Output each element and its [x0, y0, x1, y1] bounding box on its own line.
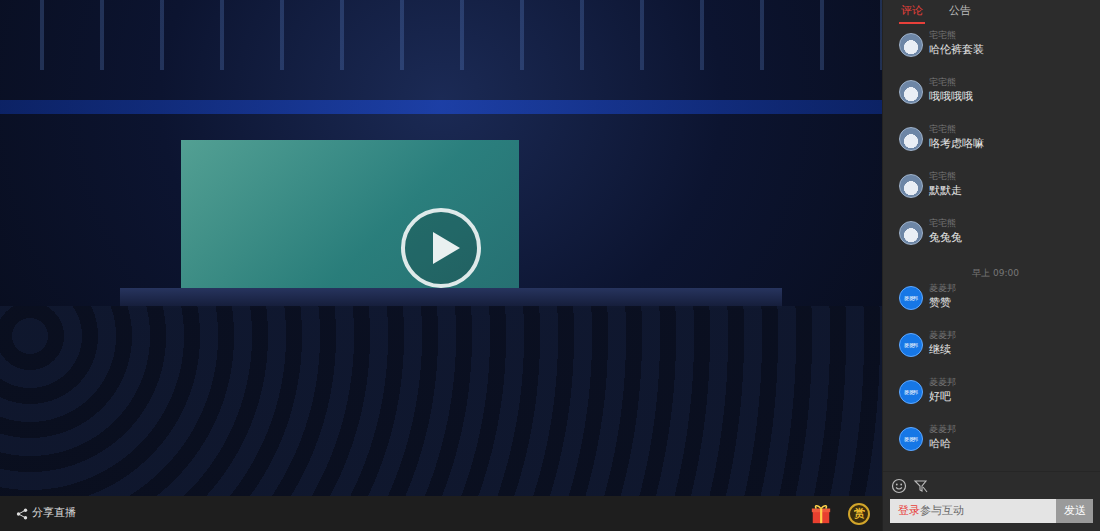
tab-bar: 评论公告 — [883, 0, 1100, 24]
filter-icon[interactable] — [913, 478, 929, 494]
comment-body: 宅宅熊哈伦裤套装 — [929, 30, 984, 77]
comment-user: 宅宅熊 — [929, 77, 973, 89]
play-icon[interactable] — [400, 207, 482, 289]
comment-body: 宅宅熊哦哦哦哦 — [929, 77, 973, 124]
comment-text: 好吧 — [929, 389, 956, 406]
comment-text: 哦哦哦哦 — [929, 89, 973, 106]
avatar: 菱菱邦 — [899, 427, 923, 451]
avatar — [899, 33, 923, 57]
gift-icon[interactable] — [810, 503, 832, 525]
send-button[interactable]: 发送 — [1056, 499, 1093, 523]
comment-item: 菱菱邦菱菱邦赞赞 — [899, 283, 1092, 330]
share-icon[interactable] — [16, 508, 28, 520]
comment-text: 赞赞 — [929, 295, 956, 312]
comment-text: 兔兔兔 — [929, 230, 962, 247]
avatar — [899, 127, 923, 151]
comment-user: 菱菱邦 — [929, 283, 956, 295]
comment-list: 宅宅熊哈伦裤套装宅宅熊哦哦哦哦宅宅熊咯考虑咯嘛宅宅熊默默走宅宅熊兔兔兔早上 09… — [883, 24, 1100, 471]
chat-panel: 评论公告 宅宅熊哈伦裤套装宅宅熊哦哦哦哦宅宅熊咯考虑咯嘛宅宅熊默默走宅宅熊兔兔兔… — [882, 0, 1100, 531]
comment-item: 宅宅熊咯考虑咯嘛 — [899, 124, 1092, 171]
composer: 登录参与互动发送 — [883, 499, 1100, 531]
comment-item: 宅宅熊哈伦裤套装 — [899, 30, 1092, 77]
bar-actions: 赏 — [810, 503, 870, 525]
emoji-icon[interactable] — [891, 478, 907, 494]
time-divider: 早上 09:00 — [899, 265, 1092, 283]
comment-text: 哈伦裤套装 — [929, 42, 984, 59]
avatar — [899, 221, 923, 245]
avatar: 菱菱邦 — [899, 286, 923, 310]
comment-body: 菱菱邦哈哈 — [929, 424, 956, 471]
avatar — [899, 80, 923, 104]
avatar: 菱菱邦 — [899, 333, 923, 357]
reward-button[interactable]: 赏 — [848, 503, 870, 525]
comment-body: 宅宅熊兔兔兔 — [929, 218, 962, 265]
comment-body: 宅宅熊默默走 — [929, 171, 962, 218]
comment-item: 宅宅熊兔兔兔 — [899, 218, 1092, 265]
comment-body: 菱菱邦好吧 — [929, 377, 956, 424]
login-link[interactable]: 登录 — [898, 503, 920, 520]
share-label[interactable]: 分享直播 — [32, 505, 76, 522]
comment-user: 宅宅熊 — [929, 30, 984, 42]
tool-row — [883, 471, 1100, 499]
comment-user: 菱菱邦 — [929, 377, 956, 389]
comment-user: 菱菱邦 — [929, 424, 956, 436]
comment-item: 宅宅熊哦哦哦哦 — [899, 77, 1092, 124]
comment-body: 宅宅熊咯考虑咯嘛 — [929, 124, 984, 171]
comment-item: 宅宅熊默默走 — [899, 171, 1092, 218]
comment-body: 菱菱邦继续 — [929, 330, 956, 377]
comment-body: 菱菱邦赞赞 — [929, 283, 956, 330]
comment-input[interactable]: 登录参与互动 — [890, 499, 1056, 523]
comment-text: 咯考虑咯嘛 — [929, 136, 984, 153]
comment-item: 菱菱邦菱菱邦哈哈 — [899, 424, 1092, 471]
comment-text: 哈哈 — [929, 436, 956, 453]
comment-text: 默默走 — [929, 183, 962, 200]
comment-user: 宅宅熊 — [929, 171, 962, 183]
bottom-bar: 分享直播 赏 — [0, 496, 882, 531]
input-placeholder[interactable]: 参与互动 — [920, 503, 964, 520]
comment-user: 宅宅熊 — [929, 124, 984, 136]
avatar: 菱菱邦 — [899, 380, 923, 404]
comment-user: 宅宅熊 — [929, 218, 962, 230]
comment-item: 菱菱邦菱菱邦好吧 — [899, 377, 1092, 424]
share-button[interactable]: 分享直播 — [16, 505, 76, 522]
comment-item: 菱菱邦菱菱邦继续 — [899, 330, 1092, 377]
comment-user: 菱菱邦 — [929, 330, 956, 342]
avatar — [899, 174, 923, 198]
video-player[interactable] — [0, 0, 882, 496]
comment-text: 继续 — [929, 342, 956, 359]
tab[interactable]: 评论 — [899, 0, 925, 24]
tab[interactable]: 公告 — [947, 0, 973, 24]
